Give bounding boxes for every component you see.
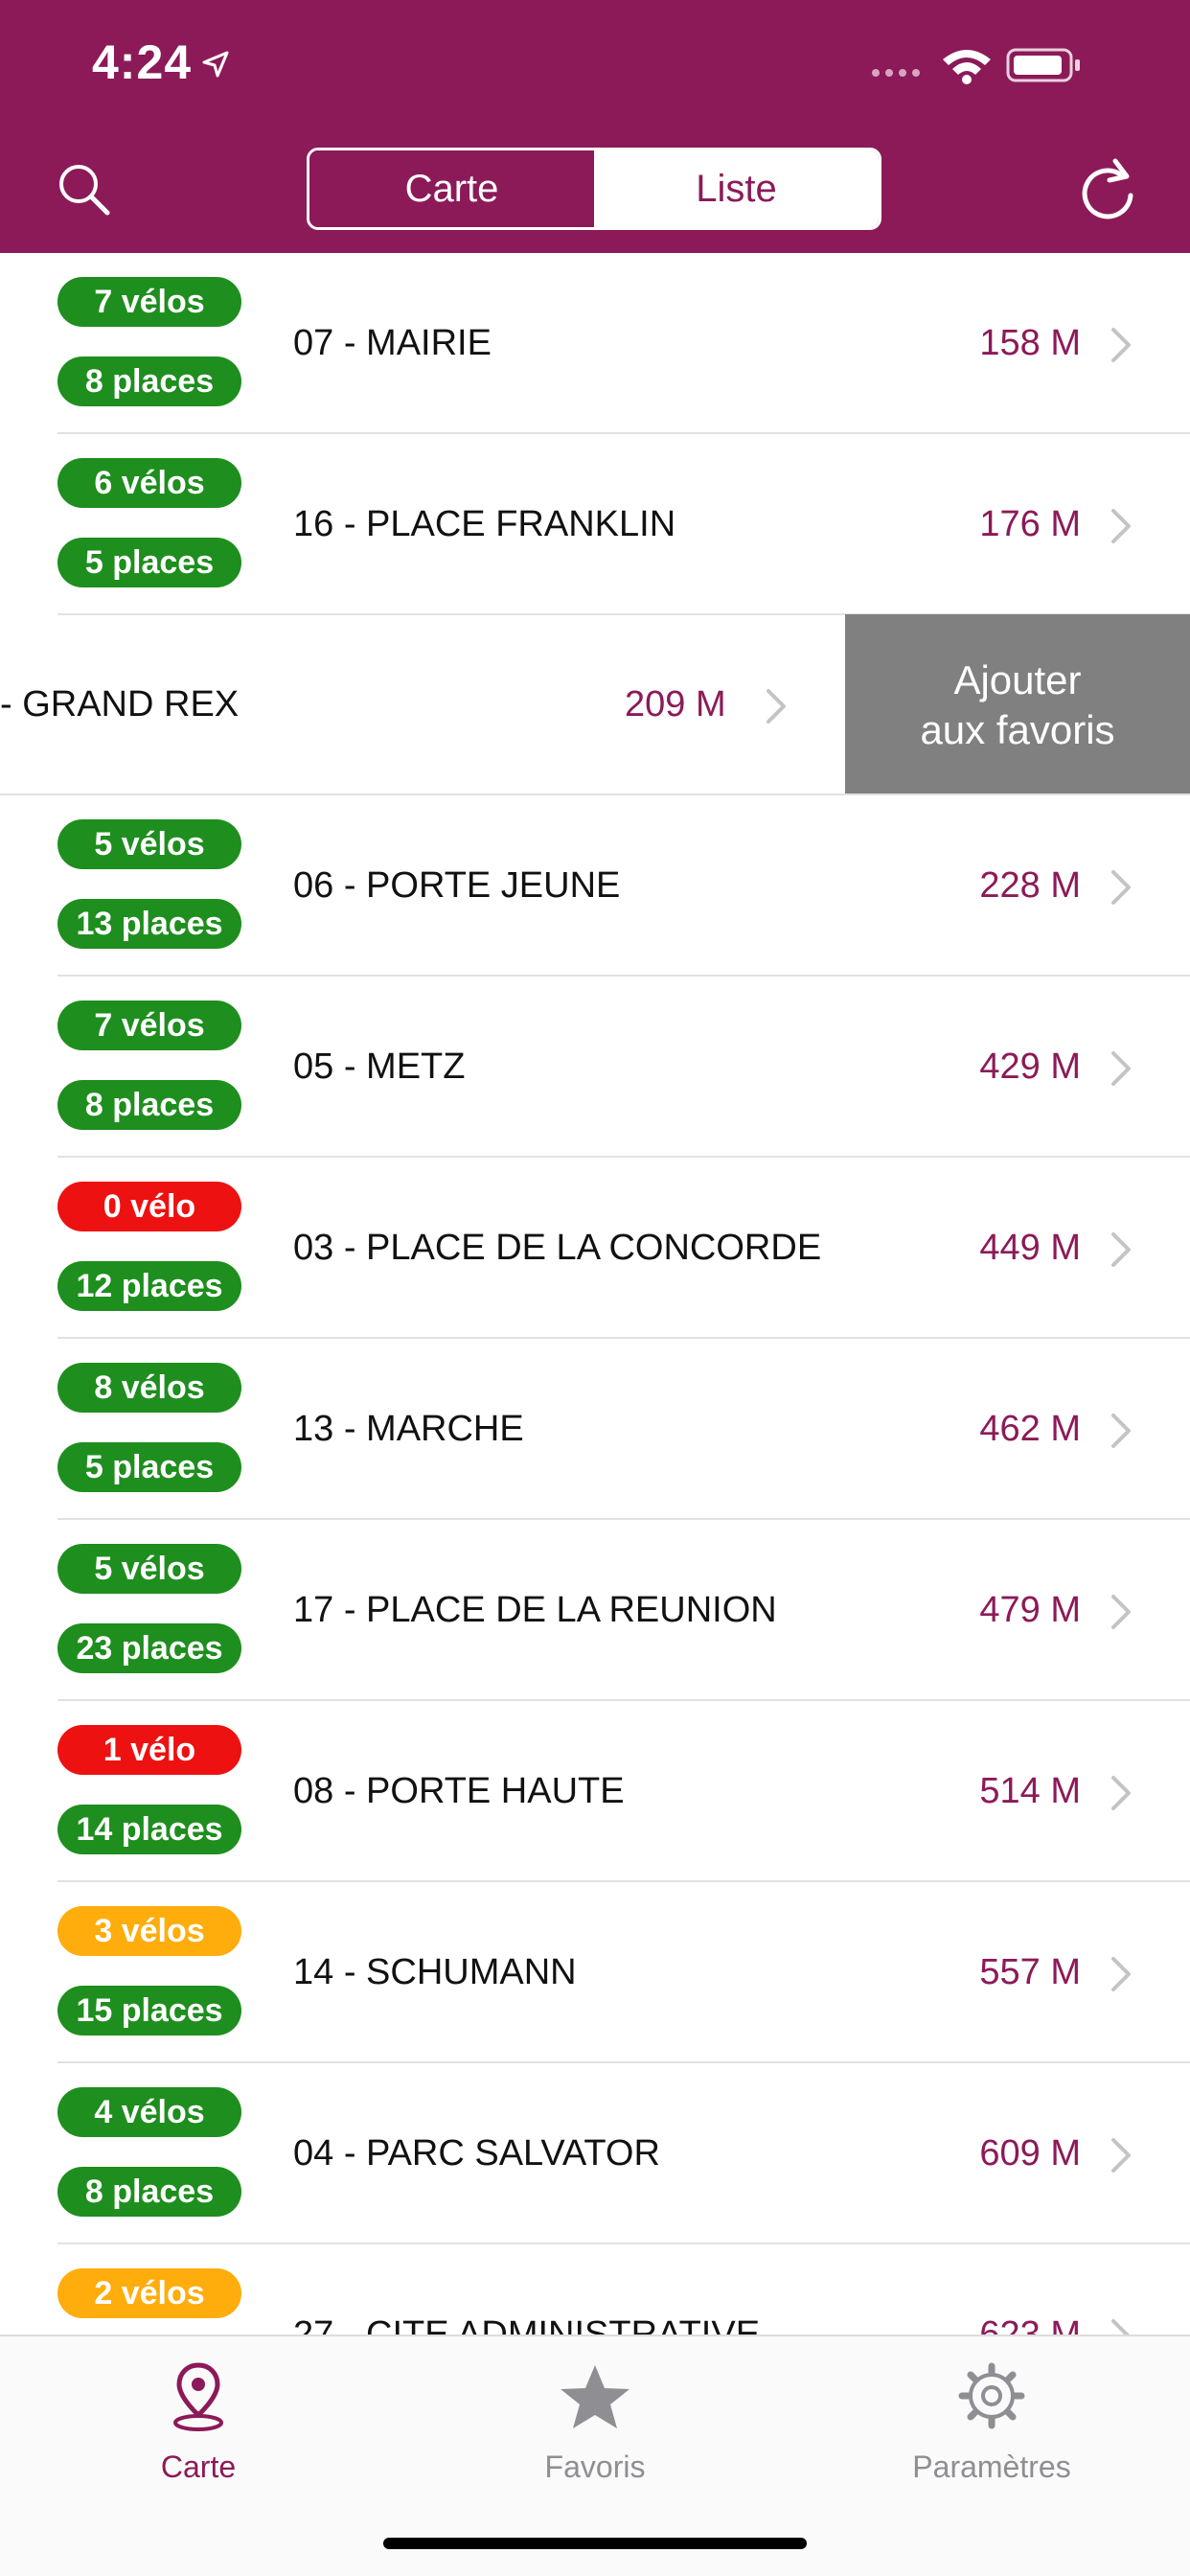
places-available-badge: 8 places bbox=[57, 1080, 241, 1130]
places-available-badge: 13 places bbox=[57, 899, 241, 949]
tab-label: Carte bbox=[160, 2450, 237, 2484]
nav-header: 4:24 Carte Liste bbox=[0, 0, 1190, 253]
station-distance: 479 M bbox=[979, 1590, 1081, 1630]
refresh-icon[interactable] bbox=[1077, 155, 1138, 222]
view-segmented-control: Carte Liste bbox=[307, 148, 881, 230]
add-to-favorites-line1: Ajouter bbox=[953, 656, 1082, 702]
station-row[interactable]: 5 vélos 23 places 17 - PLACE DE LA REUNI… bbox=[0, 1520, 1190, 1701]
chevron-right-icon bbox=[1111, 1232, 1131, 1267]
gear-icon bbox=[958, 2362, 1025, 2429]
bikes-available-badge: 1 vélo bbox=[57, 1725, 241, 1775]
status-bar-indicators bbox=[868, 42, 1136, 84]
places-available-badge: 12 places bbox=[57, 1261, 241, 1311]
places-available-badge: 15 places bbox=[57, 1986, 241, 2036]
station-name: 14 - SCHUMANN bbox=[293, 1952, 577, 1992]
station-name: 17 - PLACE DE LA REUNION bbox=[293, 1590, 777, 1630]
station-row[interactable]: 8 vélos 5 places 13 - MARCHE 462 M bbox=[0, 1339, 1190, 1520]
add-to-favorites-line2: aux favoris bbox=[920, 706, 1115, 752]
station-distance: 449 M bbox=[979, 1228, 1081, 1268]
add-to-favorites-button[interactable]: Ajouter aux favoris bbox=[845, 614, 1190, 795]
station-distance: 158 M bbox=[979, 323, 1081, 363]
status-bar-time: 4:24 bbox=[92, 34, 230, 90]
station-name: 05 - METZ bbox=[293, 1046, 466, 1087]
station-name: 13 - MARCHE bbox=[293, 1409, 524, 1449]
home-indicator[interactable] bbox=[383, 2538, 807, 2549]
places-available-badge: 5 places bbox=[57, 1442, 241, 1492]
star-icon bbox=[561, 2365, 629, 2428]
bikes-available-badge: 4 vélos bbox=[57, 2087, 241, 2137]
chevron-right-icon bbox=[1111, 1776, 1131, 1810]
station-row[interactable]: 7 vélos 8 places 05 - METZ 429 M bbox=[0, 977, 1190, 1158]
chevron-right-icon bbox=[1111, 870, 1131, 905]
station-distance: 429 M bbox=[979, 1046, 1081, 1087]
bikes-available-badge: 6 vélos bbox=[57, 458, 241, 508]
station-distance: 623 M bbox=[979, 2314, 1081, 2334]
tab-parametres[interactable]: Paramètres bbox=[793, 2336, 1190, 2509]
map-pin-icon bbox=[173, 2362, 223, 2431]
station-row-swiped[interactable]: - GRAND REX 209 M Ajouter aux favoris bbox=[0, 614, 1190, 795]
station-row[interactable]: 3 vélos 15 places 14 - SCHUMANN 557 M bbox=[0, 1882, 1190, 2063]
bikes-available-badge: 3 vélos bbox=[57, 1906, 241, 1956]
segment-carte[interactable]: Carte bbox=[309, 150, 594, 227]
places-available-badge: 8 places bbox=[57, 356, 241, 406]
station-name: - GRAND REX bbox=[0, 684, 240, 724]
bikes-available-badge: 8 vélos bbox=[57, 1363, 241, 1413]
chevron-right-icon bbox=[1111, 328, 1131, 362]
chevron-right-icon bbox=[1111, 1414, 1131, 1448]
station-distance: 228 M bbox=[979, 865, 1081, 906]
station-row[interactable]: 1 vélo 14 places 08 - PORTE HAUTE 514 M bbox=[0, 1701, 1190, 1882]
cellular-signal-icon bbox=[872, 69, 920, 77]
station-row[interactable]: 2 vélos 27 - CITE ADMINISTRATIVE 623 M bbox=[0, 2244, 1190, 2334]
places-available-badge: 8 places bbox=[57, 2167, 241, 2217]
chevron-right-icon bbox=[1111, 1051, 1131, 1086]
station-name: 08 - PORTE HAUTE bbox=[293, 1771, 625, 1811]
chevron-right-icon bbox=[1111, 1957, 1131, 1991]
station-name: 16 - PLACE FRANKLIN bbox=[293, 504, 676, 544]
wifi-icon bbox=[943, 50, 991, 84]
station-name: 03 - PLACE DE LA CONCORDE bbox=[293, 1228, 822, 1268]
chevron-right-icon bbox=[1111, 509, 1131, 543]
battery-icon bbox=[1006, 48, 1080, 82]
places-available-badge: 14 places bbox=[57, 1805, 241, 1854]
station-name: 04 - PARC SALVATOR bbox=[293, 2133, 660, 2174]
bikes-available-badge: 5 vélos bbox=[57, 819, 241, 869]
station-distance: 176 M bbox=[979, 504, 1081, 544]
tab-carte[interactable]: Carte bbox=[0, 2336, 397, 2509]
station-row[interactable]: 4 vélos 8 places 04 - PARC SALVATOR 609 … bbox=[0, 2063, 1190, 2244]
bikes-available-badge: 2 vélos bbox=[57, 2268, 241, 2318]
places-available-badge: 23 places bbox=[57, 1623, 241, 1673]
tab-label: Favoris bbox=[544, 2450, 646, 2484]
places-available-badge: 5 places bbox=[57, 538, 241, 587]
station-row[interactable]: 6 vélos 5 places 16 - PLACE FRANKLIN 176… bbox=[0, 434, 1190, 615]
station-distance: 514 M bbox=[979, 1771, 1081, 1811]
station-name: 27 - CITE ADMINISTRATIVE bbox=[293, 2314, 761, 2334]
bikes-available-badge: 0 vélo bbox=[57, 1182, 241, 1231]
station-row[interactable]: 5 vélos 13 places 06 - PORTE JEUNE 228 M bbox=[0, 795, 1190, 977]
chevron-right-icon bbox=[1111, 1595, 1131, 1629]
station-list[interactable]: 7 vélos 8 places 07 - MAIRIE 158 M 6 vél… bbox=[0, 253, 1190, 2334]
station-name: 07 - MAIRIE bbox=[293, 323, 492, 363]
chevron-right-icon bbox=[1111, 2138, 1131, 2173]
station-row[interactable]: 7 vélos 8 places 07 - MAIRIE 158 M bbox=[0, 253, 1190, 434]
bikes-available-badge: 5 vélos bbox=[57, 1544, 241, 1594]
station-distance: 609 M bbox=[979, 2133, 1081, 2174]
tab-label: Paramètres bbox=[912, 2450, 1071, 2484]
chevron-right-icon bbox=[1111, 2319, 1130, 2334]
location-arrow-icon bbox=[201, 35, 230, 89]
station-distance: 209 M bbox=[625, 684, 726, 724]
station-name: 06 - PORTE JEUNE bbox=[293, 865, 621, 906]
bikes-available-badge: 7 vélos bbox=[57, 1000, 241, 1050]
segment-liste[interactable]: Liste bbox=[594, 150, 879, 227]
tab-favoris[interactable]: Favoris bbox=[397, 2336, 793, 2509]
chevron-right-icon bbox=[767, 689, 786, 724]
bikes-available-badge: 7 vélos bbox=[57, 277, 241, 327]
station-distance: 557 M bbox=[979, 1952, 1081, 1992]
time-text: 4:24 bbox=[92, 35, 193, 89]
station-row[interactable]: 0 vélo 12 places 03 - PLACE DE LA CONCOR… bbox=[0, 1158, 1190, 1339]
station-distance: 462 M bbox=[979, 1409, 1081, 1449]
search-icon[interactable] bbox=[56, 161, 111, 217]
